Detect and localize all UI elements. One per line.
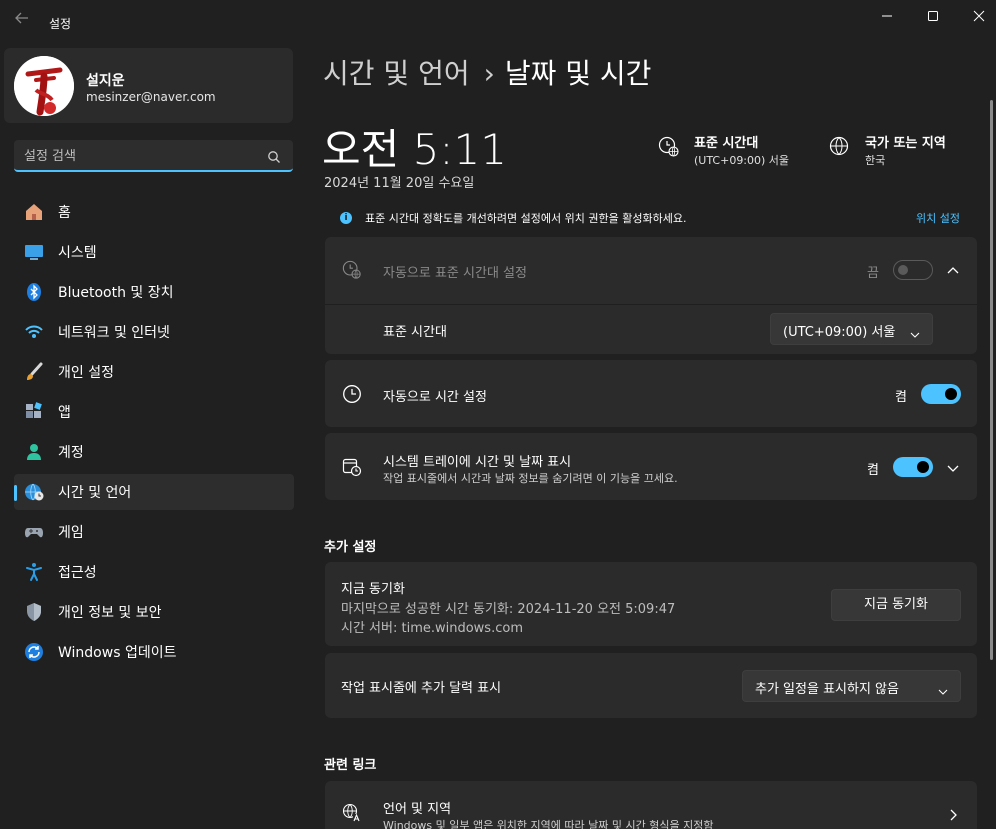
chevron-right-icon[interactable] bbox=[946, 807, 960, 821]
auto-time-card[interactable]: 자동으로 시간 설정 켬 bbox=[325, 360, 977, 427]
sidebar-item-bluetooth[interactable]: Bluetooth 및 장치 bbox=[14, 274, 294, 310]
calendar-label: 작업 표시줄에 추가 달력 표시 bbox=[341, 681, 502, 696]
scrollbar[interactable] bbox=[990, 100, 993, 660]
tray-time-toggle[interactable] bbox=[893, 457, 933, 477]
region-value: 한국 bbox=[865, 154, 886, 167]
auto-timezone-toggle[interactable] bbox=[893, 260, 933, 280]
chevron-down-icon[interactable] bbox=[946, 460, 960, 474]
notice-text: 표준 시간대 정확도를 개선하려면 설정에서 위치 권한을 활성화하세요. bbox=[365, 212, 687, 225]
breadcrumb-parent[interactable]: 시간 및 언어 bbox=[323, 57, 470, 90]
timezone-select-label: 표준 시간대 bbox=[383, 325, 447, 340]
search-input[interactable] bbox=[24, 146, 254, 166]
update-icon bbox=[24, 642, 44, 662]
minimize-button[interactable] bbox=[872, 4, 902, 28]
sidebar-item-accounts[interactable]: 계정 bbox=[14, 434, 294, 470]
tray-time-description: 작업 표시줄에서 시간과 날짜 정보를 숨기려면 이 기능을 끄세요. bbox=[383, 472, 678, 485]
additional-settings-heading: 추가 설정 bbox=[324, 540, 377, 555]
auto-time-toggle[interactable] bbox=[921, 384, 961, 404]
location-settings-link[interactable]: 위치 설정 bbox=[916, 210, 960, 226]
chevron-down-icon bbox=[910, 325, 920, 338]
accessibility-icon bbox=[24, 562, 44, 582]
clock-icon bbox=[342, 384, 362, 404]
apps-icon bbox=[24, 402, 44, 422]
sidebar-nav: 홈 시스템 Bluetooth 및 장치 네트워크 및 인터넷 개인 설정 앱 bbox=[14, 194, 294, 674]
auto-timezone-card: 자동으로 표준 시간대 설정 끔 표준 시간대 (UTC+09:00) 서울 bbox=[325, 237, 977, 354]
sidebar-item-apps[interactable]: 앱 bbox=[14, 394, 294, 430]
monitor-icon bbox=[24, 242, 44, 262]
gamepad-icon bbox=[24, 522, 44, 542]
region-title: 국가 또는 지역 bbox=[865, 136, 946, 151]
maximize-button[interactable] bbox=[918, 4, 948, 28]
breadcrumb: 시간 및 언어 › 날짜 및 시간 bbox=[323, 52, 651, 92]
auto-timezone-state: 끔 bbox=[867, 266, 879, 281]
profile-card[interactable]: 설지운 mesinzer@naver.com bbox=[4, 48, 293, 123]
timezone-dropdown-value: (UTC+09:00) 서울 bbox=[783, 325, 896, 340]
tray-time-card[interactable]: 시스템 트레이에 시간 및 날짜 표시 작업 표시줄에서 시간과 날짜 정보를 … bbox=[325, 433, 977, 500]
calendar-card: 작업 표시줄에 추가 달력 표시 추가 일정을 표시하지 않음 bbox=[325, 653, 977, 718]
info-icon: i bbox=[340, 212, 352, 224]
auto-timezone-row[interactable]: 자동으로 표준 시간대 설정 끔 bbox=[325, 237, 977, 304]
sync-server: 시간 서버: time.windows.com bbox=[341, 621, 523, 636]
page-title: 날짜 및 시간 bbox=[504, 57, 652, 90]
language-region-title: 언어 및 지역 bbox=[383, 802, 452, 817]
sync-now-button[interactable]: 지금 동기화 bbox=[831, 589, 961, 621]
chevron-down-icon bbox=[938, 682, 948, 695]
wifi-icon bbox=[24, 322, 44, 342]
sidebar-item-accessibility[interactable]: 접근성 bbox=[14, 554, 294, 590]
globe-clock-icon bbox=[24, 482, 44, 502]
timezone-dropdown[interactable]: (UTC+09:00) 서울 bbox=[770, 313, 933, 345]
current-date: 2024년 11월 20일 수요일 bbox=[324, 176, 475, 191]
calendar-clock-icon bbox=[342, 457, 362, 477]
app-title: 설정 bbox=[49, 17, 72, 31]
brush-icon bbox=[24, 362, 44, 382]
language-region-link[interactable]: 언어 및 지역 Windows 및 일부 앱은 위치한 지역에 따라 날짜 및 … bbox=[325, 781, 977, 829]
current-time: 오전 5:11 bbox=[322, 125, 507, 174]
sidebar-item-network[interactable]: 네트워크 및 인터넷 bbox=[14, 314, 294, 350]
arrow-left-icon[interactable] bbox=[12, 10, 32, 30]
tray-time-label: 시스템 트레이에 시간 및 날짜 표시 bbox=[383, 455, 572, 470]
language-icon bbox=[342, 803, 362, 823]
sidebar-item-privacy[interactable]: 개인 정보 및 보안 bbox=[14, 594, 294, 630]
language-region-description: Windows 및 일부 앱은 위치한 지역에 따라 날짜 및 시간 형식을 지… bbox=[383, 819, 714, 829]
person-icon bbox=[24, 442, 44, 462]
location-notice: i 표준 시간대 정확도를 개선하려면 설정에서 위치 권한을 활성화하세요. … bbox=[325, 202, 977, 232]
auto-time-label: 자동으로 시간 설정 bbox=[383, 390, 487, 405]
auto-timezone-label: 자동으로 표준 시간대 설정 bbox=[383, 266, 527, 281]
search-icon[interactable] bbox=[267, 149, 281, 163]
shield-icon bbox=[24, 602, 44, 622]
related-links-heading: 관련 링크 bbox=[324, 758, 377, 773]
timezone-icon bbox=[658, 136, 680, 158]
chevron-up-icon[interactable] bbox=[946, 263, 960, 277]
avatar bbox=[14, 56, 74, 116]
globe-icon bbox=[829, 136, 851, 158]
sync-title: 지금 동기화 bbox=[341, 582, 405, 597]
sidebar-item-windows-update[interactable]: Windows 업데이트 bbox=[14, 634, 294, 670]
sidebar-item-system[interactable]: 시스템 bbox=[14, 234, 294, 270]
tray-time-state: 켬 bbox=[867, 463, 879, 478]
timezone-icon bbox=[342, 260, 362, 280]
home-icon bbox=[24, 202, 44, 222]
breadcrumb-separator: › bbox=[483, 57, 495, 90]
timezone-title: 표준 시간대 bbox=[694, 136, 759, 151]
auto-time-state: 켬 bbox=[895, 390, 907, 405]
close-button[interactable] bbox=[964, 4, 994, 28]
sidebar-item-personalization[interactable]: 개인 설정 bbox=[14, 354, 294, 390]
timezone-select-row: 표준 시간대 (UTC+09:00) 서울 bbox=[325, 305, 977, 354]
calendar-dropdown[interactable]: 추가 일정을 표시하지 않음 bbox=[742, 670, 961, 702]
sync-last: 마지막으로 성공한 시간 동기화: 2024-11-20 오전 5:09:47 bbox=[341, 602, 676, 617]
title-bar: 설정 bbox=[0, 0, 996, 44]
search-box[interactable] bbox=[14, 140, 293, 172]
sidebar-item-time-language[interactable]: 시간 및 언어 bbox=[14, 474, 294, 510]
profile-name: 설지운 bbox=[86, 73, 125, 89]
sync-card: 지금 동기화 마지막으로 성공한 시간 동기화: 2024-11-20 오전 5… bbox=[325, 562, 977, 646]
sidebar-item-home[interactable]: 홈 bbox=[14, 194, 294, 230]
profile-email: mesinzer@naver.com bbox=[86, 90, 216, 104]
calendar-dropdown-value: 추가 일정을 표시하지 않음 bbox=[755, 682, 899, 697]
sidebar-item-gaming[interactable]: 게임 bbox=[14, 514, 294, 550]
bluetooth-icon bbox=[24, 282, 44, 302]
timezone-value: (UTC+09:00) 서울 bbox=[694, 154, 790, 167]
